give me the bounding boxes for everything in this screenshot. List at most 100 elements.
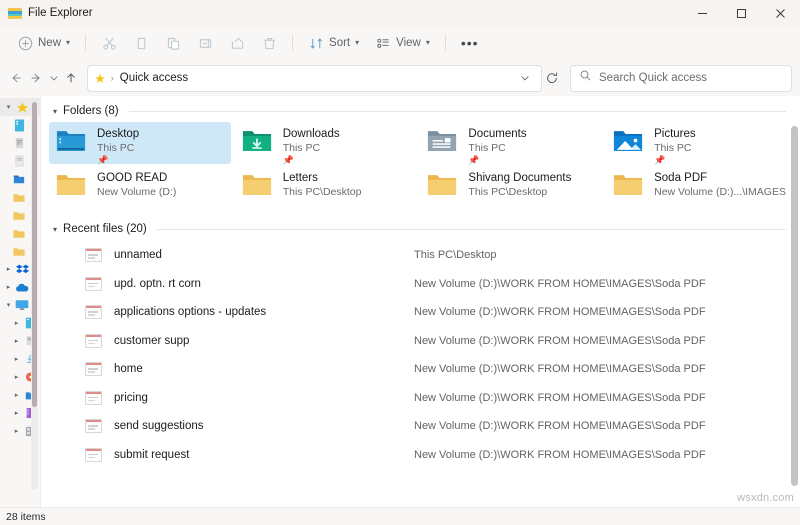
desktop-icon bbox=[12, 118, 26, 132]
file-list-pane: ▾ Folders (8) Desktop This PC 📌 Download… bbox=[40, 96, 800, 507]
chevron-down-icon: ▾ bbox=[66, 38, 71, 47]
watermark: wsxdn.com bbox=[737, 492, 794, 504]
divider bbox=[444, 35, 446, 51]
chevron-down-icon[interactable]: ▾ bbox=[4, 301, 13, 309]
paste-button[interactable] bbox=[158, 30, 188, 56]
view-button[interactable]: View ▾ bbox=[368, 30, 437, 56]
search-box[interactable]: Search Quick access bbox=[570, 64, 793, 92]
chevron-right-icon[interactable]: ▸ bbox=[12, 409, 21, 417]
folder-icon bbox=[426, 170, 458, 198]
chevron-right-icon[interactable]: ▸ bbox=[12, 355, 21, 363]
new-button[interactable]: New ▾ bbox=[10, 30, 77, 56]
refresh-icon[interactable] bbox=[542, 65, 562, 91]
list-item[interactable]: customer supp New Volume (D:)\WORK FROM … bbox=[41, 327, 800, 356]
trash-icon bbox=[261, 35, 277, 51]
divider bbox=[128, 110, 786, 112]
folder-item-documents[interactable]: Documents This PC 📌 bbox=[420, 122, 602, 165]
folder-item-sub: This PC bbox=[282, 142, 321, 154]
copy-button[interactable] bbox=[126, 30, 156, 56]
monitor-icon bbox=[15, 298, 29, 312]
chevron-down-icon: ▾ bbox=[425, 38, 430, 47]
file-path: New Volume (D:)\WORK FROM HOME\IMAGES\So… bbox=[414, 277, 706, 290]
chevron-right-icon[interactable]: ▸ bbox=[4, 265, 13, 273]
folder-item-sub: This PC\Desktop bbox=[468, 186, 548, 198]
folder-item-desktop[interactable]: Desktop This PC 📌 bbox=[49, 122, 231, 165]
list-item[interactable]: unnamed This PC\Desktop bbox=[41, 241, 800, 270]
list-item[interactable]: submit request New Volume (D:)\WORK FROM… bbox=[41, 441, 800, 470]
star-icon: ★ bbox=[94, 70, 106, 86]
status-bar: 28 items bbox=[0, 507, 800, 525]
file-path: New Volume (D:)\WORK FROM HOME\IMAGES\So… bbox=[414, 306, 706, 319]
back-arrow-icon[interactable] bbox=[6, 65, 26, 91]
pictures-icon bbox=[12, 172, 26, 186]
folder-item-pictures[interactable]: Pictures This PC 📌 bbox=[606, 122, 792, 165]
chevron-down-icon[interactable]: ▾ bbox=[53, 225, 57, 234]
chevron-right-icon[interactable]: ▸ bbox=[12, 319, 21, 327]
list-item[interactable]: upd. optn. rt corn New Volume (D:)\WORK … bbox=[41, 270, 800, 299]
file-explorer-window: File Explorer New ▾ Sort ▾ View ▾ ••• ★ … bbox=[0, 0, 800, 525]
main-body: ▾ ▸ ▸ ▾ ▸ ▸ ▸ ▸ ▸ ▸ ▸ ▾ Folders (8) Desk… bbox=[0, 96, 800, 507]
chevron-down-icon[interactable]: ▾ bbox=[4, 103, 13, 111]
folder-item-sub: This PC bbox=[468, 142, 506, 154]
folder-icon bbox=[12, 226, 26, 240]
maximize-icon[interactable] bbox=[722, 0, 761, 26]
breadcrumb[interactable]: Quick access bbox=[120, 72, 188, 84]
up-arrow-icon[interactable] bbox=[61, 65, 81, 91]
pin-icon: 📌 bbox=[654, 155, 666, 165]
folder-item-letters[interactable]: Letters This PC\Desktop bbox=[235, 166, 417, 208]
folder-item-soda-pdf[interactable]: Soda PDF New Volume (D:)...\IMAGES bbox=[606, 166, 792, 208]
share-button[interactable] bbox=[222, 30, 252, 56]
address-dropdown-icon[interactable] bbox=[515, 65, 535, 91]
recent-locations-icon[interactable] bbox=[46, 65, 61, 91]
downloads-folder-icon bbox=[241, 126, 273, 154]
file-name: customer supp bbox=[114, 334, 190, 347]
file-thumbnail-icon bbox=[85, 276, 102, 291]
list-item[interactable]: home New Volume (D:)\WORK FROM HOME\IMAG… bbox=[41, 355, 800, 384]
folders-group-label: Folders (8) bbox=[63, 105, 119, 117]
cut-button[interactable] bbox=[94, 30, 124, 56]
chevron-down-icon[interactable]: ▾ bbox=[53, 107, 57, 116]
rename-button[interactable] bbox=[190, 30, 220, 56]
folder-item-good-read[interactable]: GOOD READ New Volume (D:) bbox=[49, 166, 231, 208]
folders-group-header[interactable]: ▾ Folders (8) bbox=[41, 96, 800, 117]
minimize-icon[interactable] bbox=[683, 0, 722, 26]
close-icon[interactable] bbox=[761, 0, 800, 26]
pictures-folder-icon bbox=[612, 126, 644, 154]
chevron-right-icon[interactable]: ▸ bbox=[4, 283, 13, 291]
chevron-right-icon[interactable]: ▸ bbox=[12, 391, 21, 399]
pin-icon: 📌 bbox=[97, 155, 109, 165]
list-item[interactable]: applications options - updates New Volum… bbox=[41, 298, 800, 327]
list-item[interactable]: send suggestions New Volume (D:)\WORK FR… bbox=[41, 412, 800, 441]
sort-button-label: Sort bbox=[329, 37, 351, 49]
documents-folder-icon bbox=[426, 126, 458, 154]
documents-icon bbox=[12, 154, 26, 168]
sort-button[interactable]: Sort ▾ bbox=[301, 30, 366, 56]
chevron-right-icon[interactable]: ▸ bbox=[12, 427, 21, 435]
content-scrollbar-thumb[interactable] bbox=[791, 126, 798, 486]
forward-arrow-icon[interactable] bbox=[26, 65, 46, 91]
chevron-right-icon[interactable]: ▸ bbox=[12, 373, 21, 381]
folder-item-text: GOOD READ New Volume (D:) bbox=[97, 170, 176, 199]
chevron-right-icon[interactable]: ▸ bbox=[12, 337, 21, 345]
list-item[interactable]: pricing New Volume (D:)\WORK FROM HOME\I… bbox=[41, 384, 800, 413]
address-bar[interactable]: ★ › Quick access bbox=[87, 64, 543, 92]
sort-icon bbox=[308, 35, 324, 51]
file-path: New Volume (D:)\WORK FROM HOME\IMAGES\So… bbox=[414, 391, 706, 404]
content-scrollbar[interactable] bbox=[789, 96, 800, 507]
window-controls bbox=[683, 0, 800, 26]
window-title: File Explorer bbox=[28, 7, 93, 19]
sidebar-scrollbar[interactable] bbox=[31, 100, 38, 490]
folder-item-name: Pictures bbox=[654, 128, 696, 140]
sidebar-scrollbar-thumb[interactable] bbox=[32, 102, 37, 407]
more-options-button[interactable]: ••• bbox=[454, 30, 486, 56]
file-thumbnail-icon bbox=[85, 248, 102, 263]
file-thumbnail-icon bbox=[85, 333, 102, 348]
folder-item-downloads[interactable]: Downloads This PC 📌 bbox=[235, 122, 417, 165]
folder-item-shivang-documents[interactable]: Shivang Documents This PC\Desktop bbox=[420, 166, 602, 208]
search-input[interactable]: Search Quick access bbox=[599, 72, 707, 84]
folder-icon bbox=[12, 208, 26, 222]
file-name: upd. optn. rt corn bbox=[114, 277, 201, 290]
downloads-icon bbox=[12, 136, 26, 150]
recent-files-group-header[interactable]: ▾ Recent files (20) bbox=[41, 209, 800, 235]
delete-button[interactable] bbox=[254, 30, 284, 56]
